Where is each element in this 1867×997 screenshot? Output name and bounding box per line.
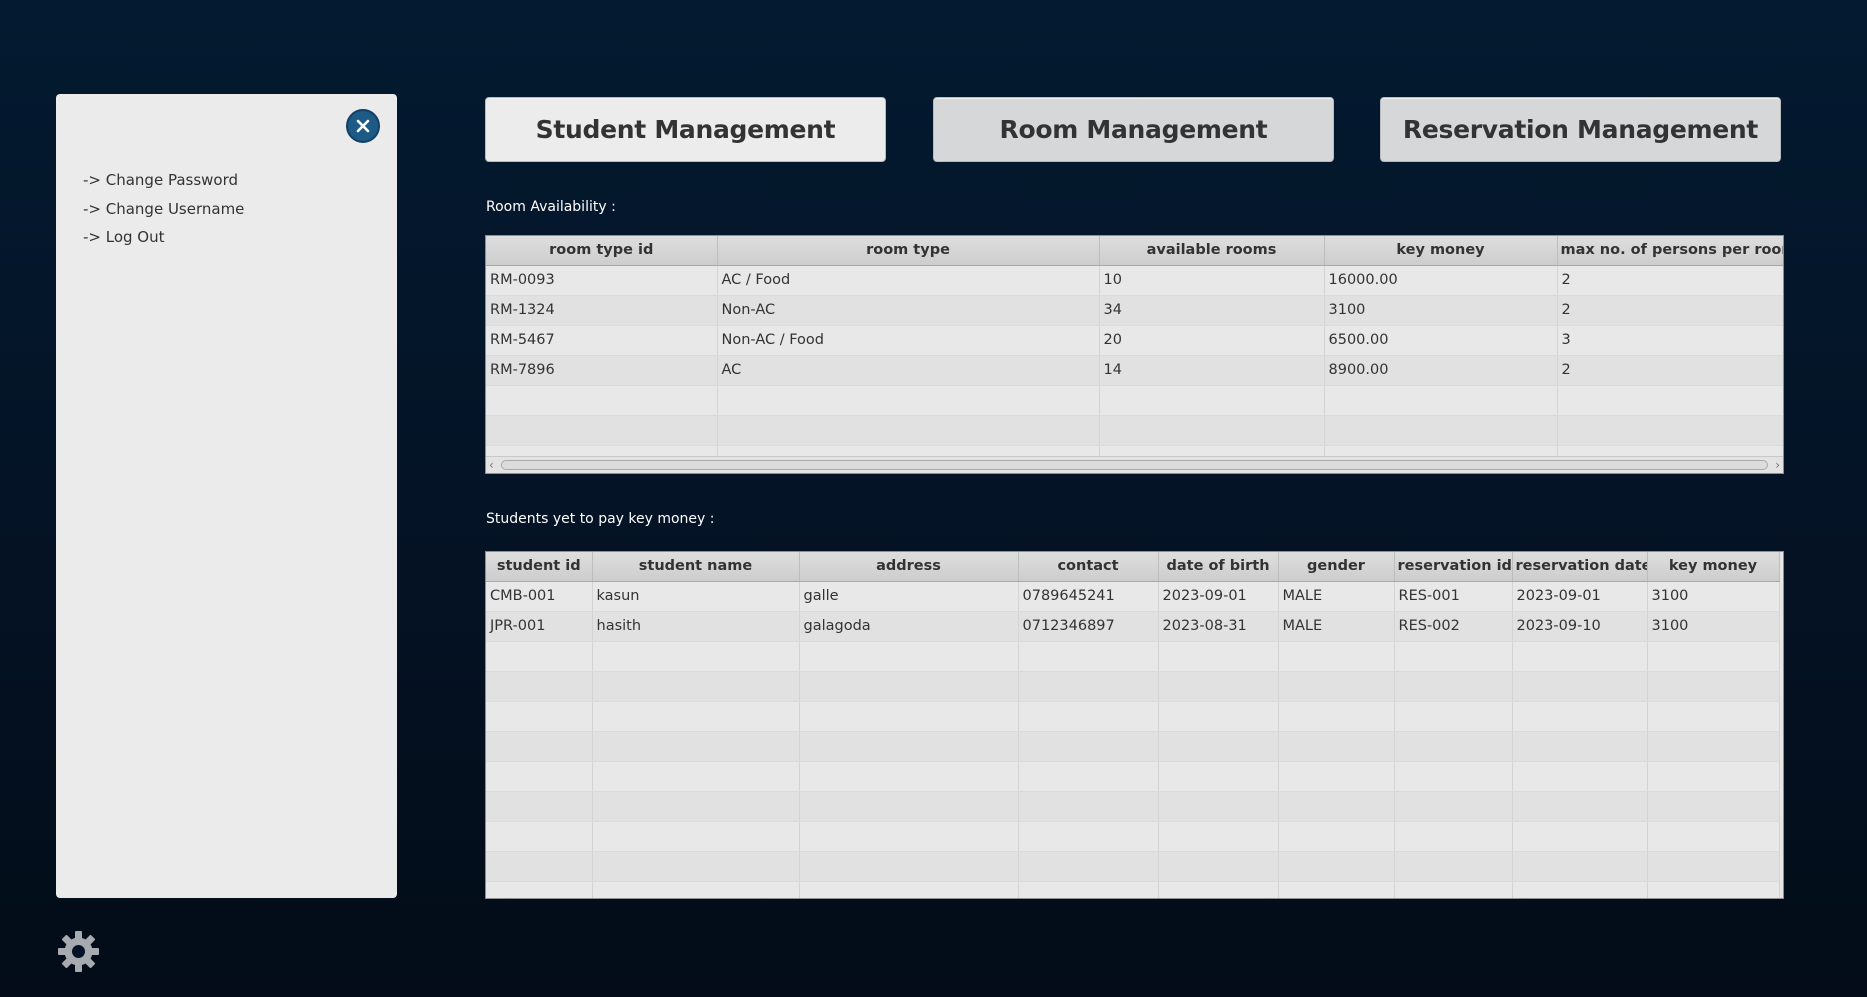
empty-row (486, 701, 1780, 732)
table-cell: 2023-08-31 (1158, 611, 1279, 642)
table-cell: 2023-09-01 (1512, 581, 1648, 612)
empty-row (486, 385, 1783, 416)
close-icon (356, 119, 370, 133)
column-header[interactable]: gender (1278, 552, 1395, 582)
table-cell: 8900.00 (1324, 355, 1558, 386)
empty-row (486, 851, 1780, 882)
scroll-right-icon[interactable]: › (1775, 458, 1780, 472)
table-cell: 2 (1557, 355, 1783, 386)
table-cell: RES-002 (1394, 611, 1513, 642)
table-cell: Non-AC (717, 295, 1100, 326)
table-cell: RES-001 (1394, 581, 1513, 612)
unpaid-students-label: Students yet to pay key money : (486, 511, 715, 527)
table-cell: 3100 (1647, 611, 1780, 642)
empty-row (486, 821, 1780, 852)
column-header[interactable]: reservation id (1394, 552, 1513, 582)
horizontal-scrollbar[interactable]: ‹ › (486, 456, 1783, 473)
table-cell: 3100 (1647, 581, 1780, 612)
table-cell: MALE (1278, 611, 1395, 642)
table-cell: RM-0093 (486, 265, 718, 296)
table-cell: 34 (1099, 295, 1325, 326)
reservation-management-button[interactable]: Reservation Management (1380, 97, 1781, 162)
table-cell: AC / Food (717, 265, 1100, 296)
table-cell: 2023-09-10 (1512, 611, 1648, 642)
table-cell: 3100 (1324, 295, 1558, 326)
table-cell: AC (717, 355, 1100, 386)
table-cell: galle (799, 581, 1019, 612)
room-availability-label: Room Availability : (486, 199, 616, 215)
table-row[interactable]: JPR-001 hasith galagoda 0712346897 2023-… (486, 611, 1780, 642)
table-row[interactable]: RM-1324 Non-AC 34 3100 2 (486, 295, 1783, 326)
column-header[interactable]: contact (1018, 552, 1159, 582)
change-username-link[interactable]: -> Change Username (83, 195, 244, 224)
table-row[interactable]: RM-7896 AC 14 8900.00 2 (486, 355, 1783, 386)
table-row[interactable]: CMB-001 kasun galle 0789645241 2023-09-0… (486, 581, 1780, 612)
room-management-button[interactable]: Room Management (933, 97, 1334, 162)
table-cell: 2 (1557, 295, 1783, 326)
column-header[interactable]: key money (1324, 236, 1558, 266)
table-cell: 20 (1099, 325, 1325, 356)
close-button[interactable] (346, 109, 380, 143)
empty-row (486, 791, 1780, 822)
column-header[interactable]: student name (592, 552, 800, 582)
table-cell: 2023-09-01 (1158, 581, 1279, 612)
column-header[interactable]: max no. of persons per room (1557, 236, 1783, 266)
table-cell: RM-1324 (486, 295, 718, 326)
column-header[interactable]: available rooms (1099, 236, 1325, 266)
change-password-link[interactable]: -> Change Password (83, 166, 244, 195)
table-cell: hasith (592, 611, 800, 642)
settings-button[interactable] (56, 929, 101, 974)
table-cell: MALE (1278, 581, 1395, 612)
scroll-left-icon[interactable]: ‹ (489, 458, 494, 472)
room-availability-table[interactable]: room type id room type available rooms k… (485, 235, 1784, 474)
table-cell: JPR-001 (486, 611, 593, 642)
log-out-link[interactable]: -> Log Out (83, 223, 244, 252)
empty-row (486, 731, 1780, 762)
scrollbar-thumb[interactable] (501, 460, 1768, 470)
column-header[interactable]: key money (1647, 552, 1780, 582)
table-cell: 10 (1099, 265, 1325, 296)
empty-row (486, 641, 1780, 672)
column-header[interactable]: date of birth (1158, 552, 1279, 582)
table-row[interactable]: RM-0093 AC / Food 10 16000.00 2 (486, 265, 1783, 296)
table-cell: Non-AC / Food (717, 325, 1100, 356)
side-panel: -> Change Password -> Change Username ->… (56, 94, 397, 898)
table-cell: 2 (1557, 265, 1783, 296)
empty-row (486, 671, 1780, 702)
table-cell: 3 (1557, 325, 1783, 356)
column-header[interactable]: student id (486, 552, 593, 582)
table-cell: RM-5467 (486, 325, 718, 356)
table-cell: CMB-001 (486, 581, 593, 612)
empty-row (486, 761, 1780, 792)
empty-row (486, 881, 1780, 898)
table-cell: 0789645241 (1018, 581, 1159, 612)
column-header[interactable]: room type (717, 236, 1100, 266)
side-menu: -> Change Password -> Change Username ->… (83, 166, 244, 252)
table-header-row: room type id room type available rooms k… (486, 236, 1783, 266)
column-header[interactable]: address (799, 552, 1019, 582)
column-header[interactable]: reservation date (1512, 552, 1648, 582)
gear-icon (58, 931, 99, 972)
table-header-row: student id student name address contact … (486, 552, 1780, 582)
table-cell: 6500.00 (1324, 325, 1558, 356)
table-cell: RM-7896 (486, 355, 718, 386)
table-cell: 16000.00 (1324, 265, 1558, 296)
table-cell: 14 (1099, 355, 1325, 386)
table-cell: galagoda (799, 611, 1019, 642)
unpaid-students-table[interactable]: student id student name address contact … (485, 551, 1784, 899)
empty-row (486, 415, 1783, 446)
student-management-button[interactable]: Student Management (485, 97, 886, 162)
table-cell: kasun (592, 581, 800, 612)
table-cell: 0712346897 (1018, 611, 1159, 642)
column-header[interactable]: room type id (486, 236, 718, 266)
table-row[interactable]: RM-5467 Non-AC / Food 20 6500.00 3 (486, 325, 1783, 356)
